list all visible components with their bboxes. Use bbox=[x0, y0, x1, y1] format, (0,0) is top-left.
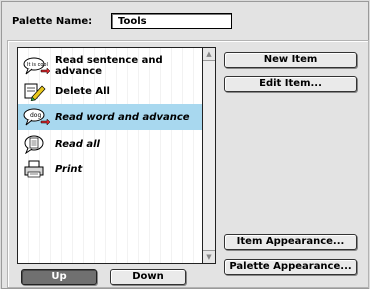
list-item-label: Read sentence and advance bbox=[55, 55, 163, 77]
svg-text:It is cool: It is cool bbox=[27, 62, 48, 68]
speech-sentence-arrow-icon: It is cool bbox=[23, 56, 55, 76]
palette-name-field[interactable]: Tools bbox=[111, 13, 232, 29]
list-item-label: Read all bbox=[55, 138, 100, 150]
palette-editor-window: Palette Name: Tools It is cool Read sent… bbox=[1, 1, 369, 289]
palette-appearance-button[interactable]: Palette Appearance... bbox=[224, 259, 357, 275]
svg-text:dog: dog bbox=[30, 112, 41, 119]
palette-name-label: Palette Name: bbox=[12, 16, 93, 27]
list-scrollbar[interactable]: ▲ ▼ bbox=[202, 48, 215, 263]
down-button[interactable]: Down bbox=[110, 269, 186, 285]
eraser-pencil-icon bbox=[23, 81, 55, 101]
printer-icon bbox=[23, 159, 55, 179]
list-item-read-all[interactable]: Read all bbox=[18, 133, 202, 155]
list-item-read-sentence[interactable]: It is cool Read sentence and advance bbox=[18, 52, 202, 80]
list-item-read-word[interactable]: dog Read word and advance bbox=[18, 104, 202, 130]
item-list[interactable]: It is cool Read sentence and advance Del… bbox=[17, 47, 216, 264]
list-item-label: Read word and advance bbox=[55, 111, 190, 123]
new-item-button[interactable]: New Item bbox=[224, 52, 357, 68]
edit-item-button[interactable]: Edit Item... bbox=[224, 76, 357, 92]
scroll-up-arrow-icon[interactable]: ▲ bbox=[203, 48, 215, 61]
list-item-print[interactable]: Print bbox=[18, 158, 202, 180]
scroll-down-arrow-icon[interactable]: ▼ bbox=[203, 250, 215, 263]
list-item-label: Print bbox=[55, 163, 83, 175]
speech-document-icon bbox=[23, 134, 55, 154]
item-list-content: It is cool Read sentence and advance Del… bbox=[18, 48, 202, 263]
list-item-label: Delete All bbox=[55, 85, 110, 97]
list-item-delete-all[interactable]: Delete All bbox=[18, 81, 202, 101]
speech-word-arrow-icon: dog bbox=[23, 107, 55, 127]
up-button[interactable]: Up bbox=[21, 269, 97, 285]
item-appearance-button[interactable]: Item Appearance... bbox=[224, 234, 357, 250]
